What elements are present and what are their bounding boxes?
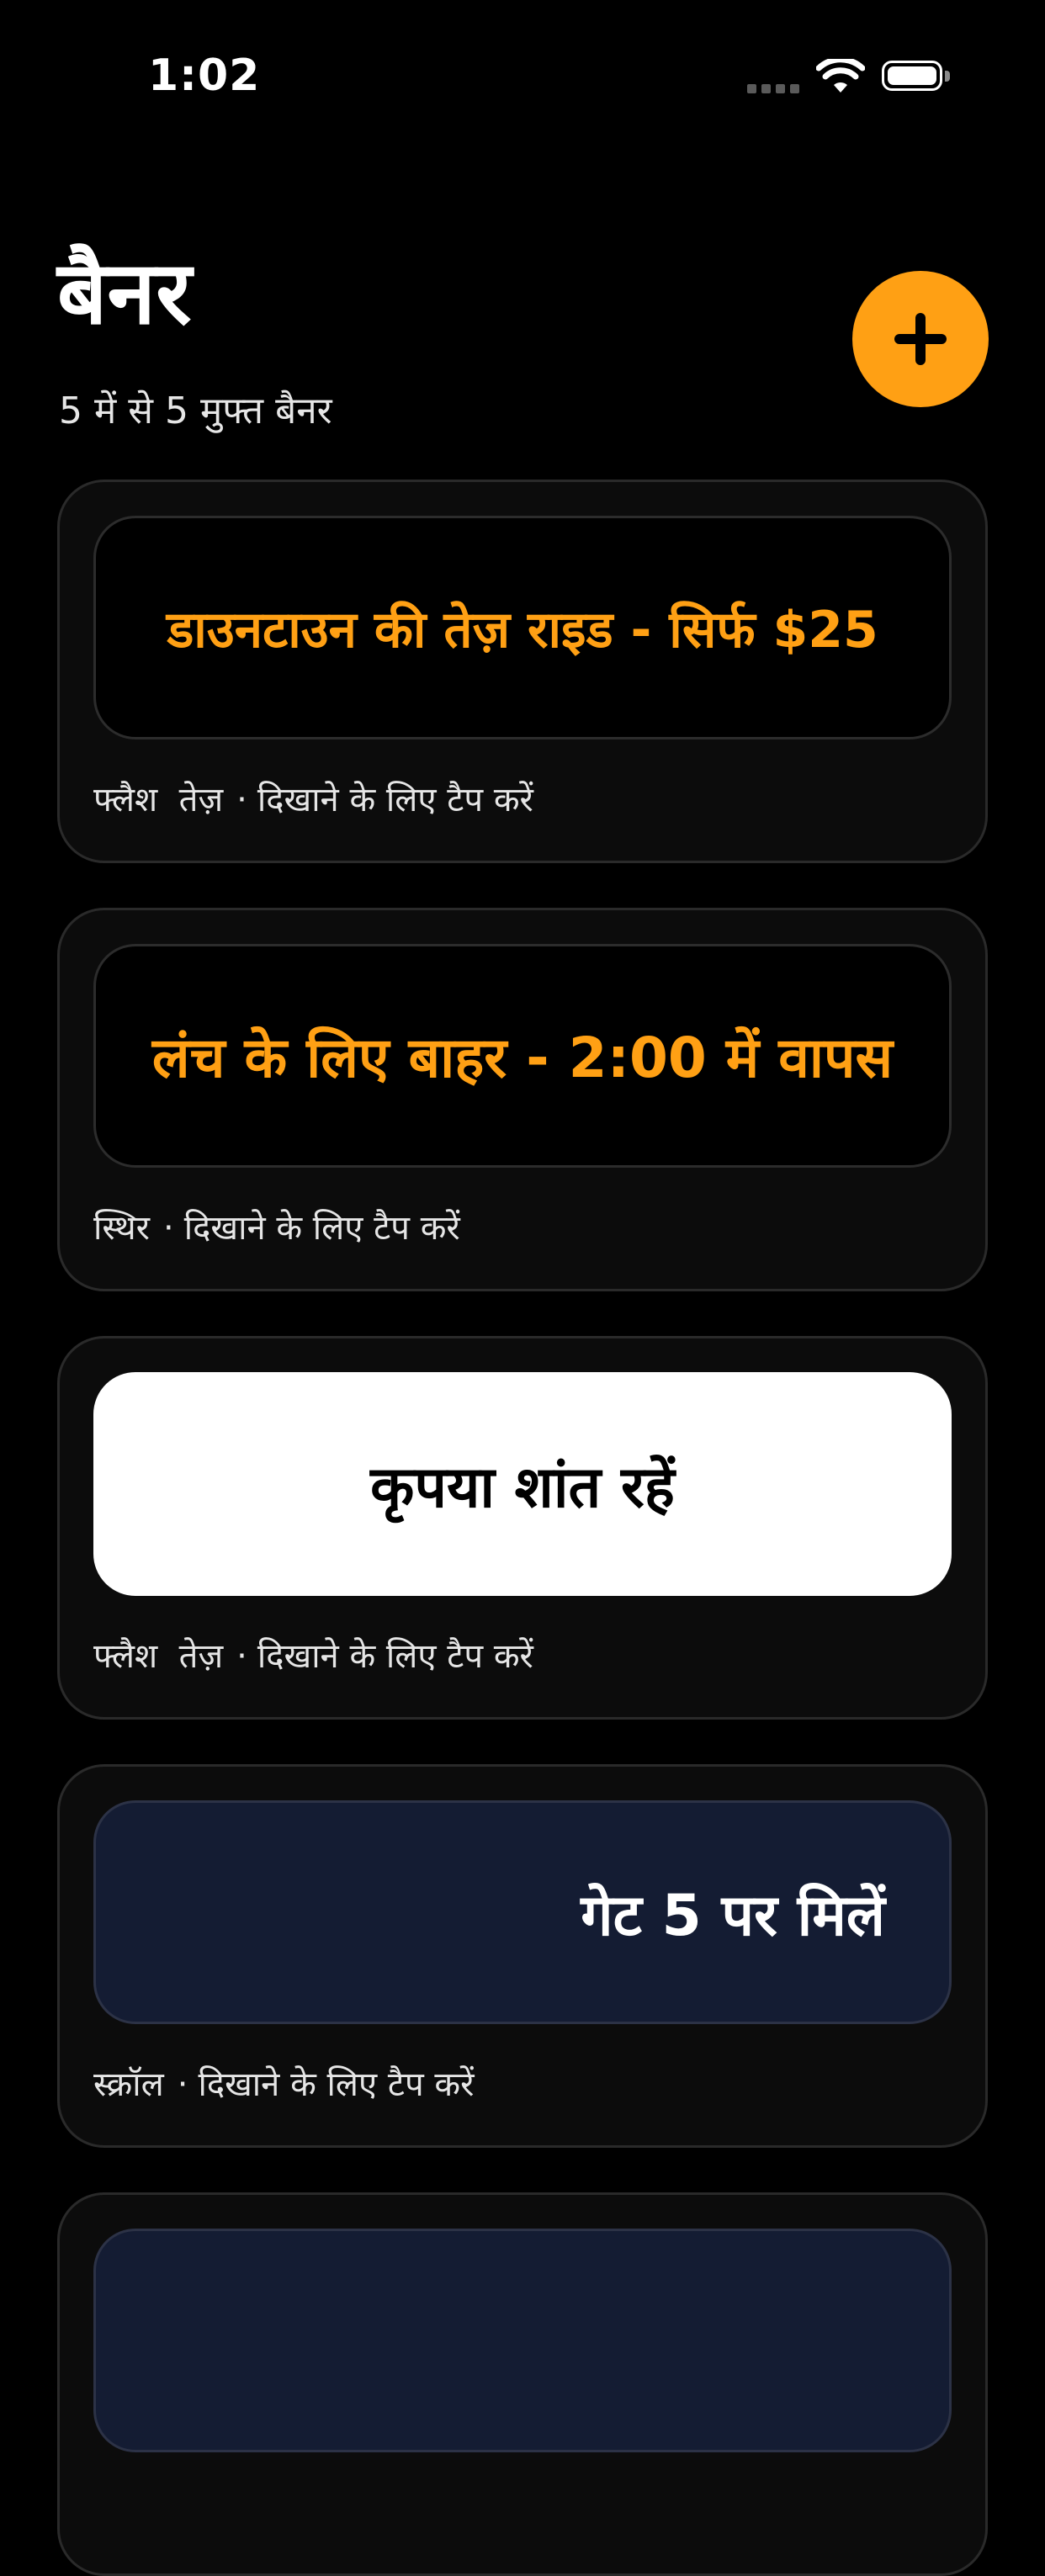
banner-preview: कृपया शांत रहें (93, 1372, 952, 1596)
page-title: बैनर (57, 241, 192, 344)
banner-hint: दिखाने के लिए टैप करें (257, 1637, 533, 1676)
status-bar: 1:02 (0, 0, 1045, 118)
banner-text: डाउनटाउन की तेज़ राइड - सिर्फ $25 (167, 601, 878, 660)
banner-card[interactable]: लंच के लिए बाहर - 2:00 में वापस स्थिर · दि… (57, 908, 988, 1291)
banner-hint: दिखाने के लिए टैप करें (257, 781, 533, 819)
banner-preview: लंच के लिए बाहर - 2:00 में वापस (93, 944, 952, 1168)
banner-mode: स्थिर (93, 1209, 151, 1248)
banner-meta: स्थिर · दिखाने के लिए टैप करें (93, 1203, 460, 1249)
banner-card[interactable]: कृपया शांत रहें फ्लैश तेज़ · दिखाने के लिए… (57, 1336, 988, 1720)
meta-separator: · (236, 1637, 247, 1676)
banner-hint: दिखाने के लिए टैप करें (183, 1209, 460, 1248)
banner-text: लंच के लिए बाहर - 2:00 में वापस (151, 1026, 894, 1090)
signal-icon (747, 84, 801, 94)
banner-meta: फ्लैश तेज़ · दिखाने के लिए टैप करें (93, 1631, 533, 1678)
plus-icon (894, 313, 947, 365)
banner-preview: डाउनटाउन की तेज़ राइड - सिर्फ $25 (93, 516, 952, 739)
banner-preview (93, 2229, 952, 2452)
add-banner-button[interactable] (852, 271, 989, 407)
banner-meta: स्क्रॉल · दिखाने के लिए टैप करें (93, 2059, 475, 2106)
status-time: 1:02 (148, 50, 261, 101)
banner-text: कृपया शांत रहें (370, 1454, 675, 1521)
banner-preview: गेट 5 पर मिलें (93, 1800, 952, 2024)
banner-text: गेट 5 पर मिलें (581, 1882, 885, 1949)
banner-mode: फ्लैश तेज़ (93, 1637, 224, 1676)
meta-separator: · (236, 781, 247, 819)
meta-separator: · (163, 1209, 174, 1248)
banner-card[interactable] (57, 2192, 988, 2576)
banner-meta: फ्लैश तेज़ · दिखाने के लिए टैप करें (93, 775, 533, 821)
meta-separator: · (177, 2065, 188, 2104)
wifi-icon (816, 59, 865, 93)
banner-count-subtitle: 5 में से 5 मुफ्त बैनर (59, 390, 332, 432)
banner-hint: दिखाने के लिए टैप करें (198, 2065, 475, 2104)
battery-icon (882, 61, 952, 96)
banner-card[interactable]: डाउनटाउन की तेज़ राइड - सिर्फ $25 फ्लैश … (57, 480, 988, 863)
banner-card[interactable]: गेट 5 पर मिलें स्क्रॉल · दिखाने के लिए टैप… (57, 1764, 988, 2148)
banner-mode: स्क्रॉल (93, 2065, 164, 2104)
banner-mode: फ्लैश तेज़ (93, 781, 224, 819)
